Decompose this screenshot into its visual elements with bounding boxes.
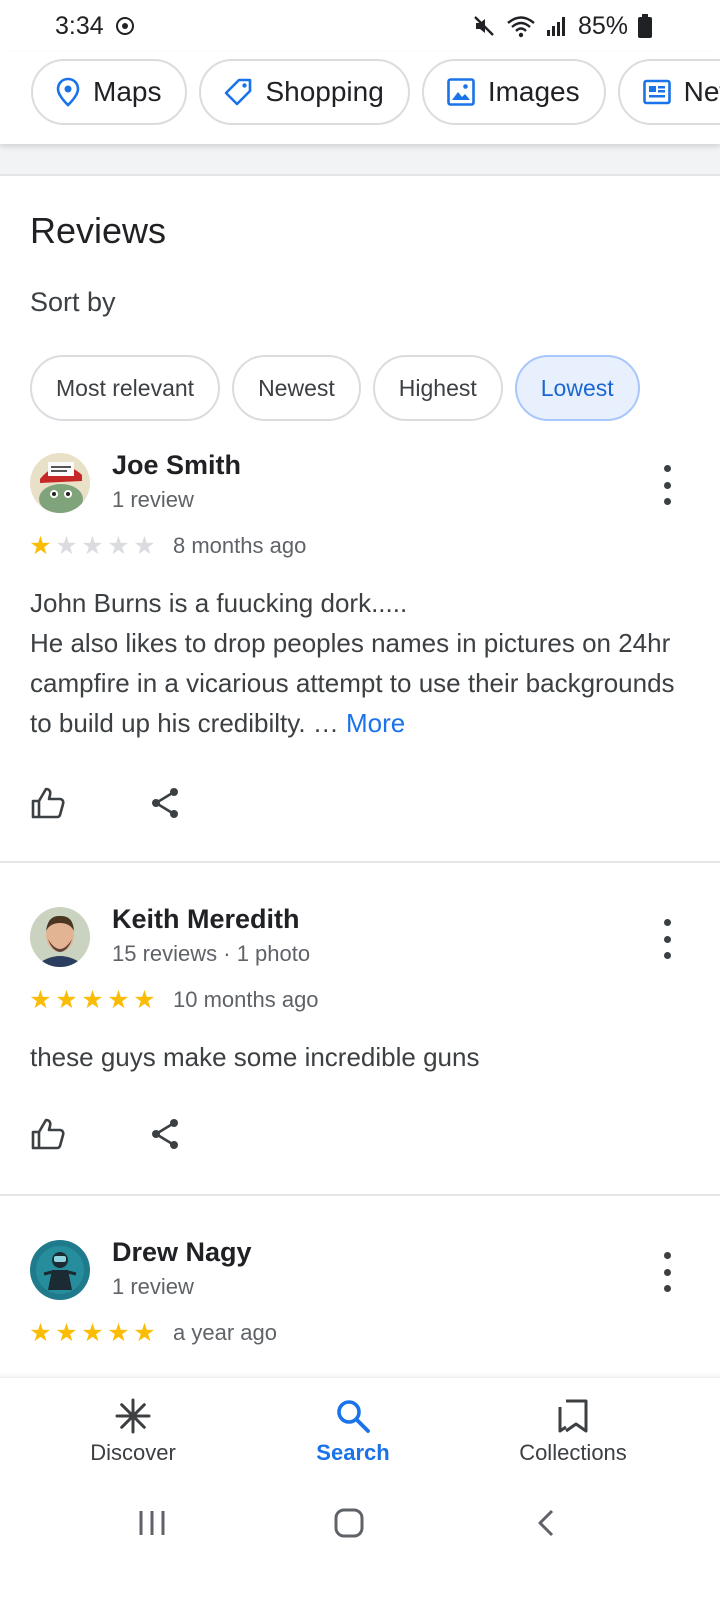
status-right: 85% xyxy=(472,12,652,41)
chip-images[interactable]: Images xyxy=(421,59,606,125)
asterisk-icon xyxy=(114,1396,152,1436)
review-actions xyxy=(30,786,182,820)
search-filter-chip-bar: Maps Shopping Images News xyxy=(0,52,720,144)
sort-newest[interactable]: Newest xyxy=(232,355,361,421)
like-icon[interactable] xyxy=(30,786,66,820)
star-filled-icon: ★ xyxy=(133,985,156,1014)
star-filled-icon: ★ xyxy=(29,1318,52,1347)
sort-most-relevant[interactable]: Most relevant xyxy=(30,355,221,421)
map-pin-icon xyxy=(55,77,81,107)
nav-discover[interactable]: Discover xyxy=(33,1378,233,1490)
sync-icon xyxy=(114,15,136,37)
review-time: a year ago xyxy=(173,1320,277,1345)
status-left: 3:34 xyxy=(55,12,136,41)
search-icon xyxy=(334,1396,372,1436)
chip-label: Shopping xyxy=(265,76,384,107)
nav-search[interactable]: Search xyxy=(253,1378,453,1490)
chip-label: News xyxy=(683,76,720,107)
divider xyxy=(0,1194,720,1196)
star-filled-icon: ★ xyxy=(81,985,104,1014)
reviewer-meta: 15 reviews · 1 photo xyxy=(112,941,311,966)
star-empty-icon: ★ xyxy=(55,531,78,560)
reviewer-meta: 1 review xyxy=(112,1274,194,1299)
star-empty-icon: ★ xyxy=(81,531,104,560)
avatar[interactable] xyxy=(30,453,90,513)
sort-by-label: Sort by xyxy=(30,287,116,317)
nav-collections[interactable]: Collections xyxy=(473,1378,673,1490)
news-icon xyxy=(642,77,672,107)
bookmarks-icon xyxy=(554,1396,592,1436)
more-link[interactable]: More xyxy=(346,708,405,738)
share-icon[interactable] xyxy=(148,786,182,820)
star-filled-icon: ★ xyxy=(107,985,130,1014)
battery-percent: 85% xyxy=(577,11,628,40)
star-filled-icon: ★ xyxy=(133,1318,156,1347)
review-time: 10 months ago xyxy=(173,987,319,1012)
star-filled-icon: ★ xyxy=(81,1318,104,1347)
chip-shopping[interactable]: Shopping xyxy=(199,59,410,125)
star-rating: ★ ★ ★ ★ ★ xyxy=(28,985,157,1014)
signal-icon xyxy=(546,15,568,37)
more-options-icon[interactable] xyxy=(652,1252,682,1292)
mute-icon xyxy=(472,14,496,38)
rating-row: ★ ★ ★ ★ ★ 8 months ago xyxy=(28,533,306,559)
reviews-heading: Reviews xyxy=(30,210,167,251)
review-actions xyxy=(30,1117,182,1151)
avatar[interactable] xyxy=(30,907,90,967)
star-empty-icon: ★ xyxy=(133,531,156,560)
share-icon[interactable] xyxy=(148,1117,182,1151)
back-icon[interactable] xyxy=(532,1507,564,1544)
sort-highest[interactable]: Highest xyxy=(372,355,503,421)
sort-lowest[interactable]: Lowest xyxy=(514,355,640,421)
nav-label: Collections xyxy=(519,1440,627,1465)
wifi-icon xyxy=(506,14,536,38)
star-empty-icon: ★ xyxy=(107,531,130,560)
image-icon xyxy=(446,77,476,107)
reviewer-name[interactable]: Keith Meredith xyxy=(112,904,300,935)
chip-label: Maps xyxy=(93,76,162,107)
star-filled-icon: ★ xyxy=(107,1318,130,1347)
sort-options: Most relevant Newest Highest Lowest xyxy=(30,355,640,421)
review-text-line: these guys make some incredible guns xyxy=(30,1042,480,1072)
rating-row: ★ ★ ★ ★ ★ a year ago xyxy=(28,1320,277,1346)
status-time: 3:34 xyxy=(55,11,104,40)
chip-news[interactable]: News xyxy=(617,59,720,125)
chip-label: Images xyxy=(487,76,580,107)
reviewer-name[interactable]: Drew Nagy xyxy=(112,1237,252,1268)
star-filled-icon: ★ xyxy=(55,1318,78,1347)
recent-apps-icon[interactable] xyxy=(136,1507,168,1544)
chip-maps[interactable]: Maps xyxy=(31,59,188,125)
section-separator xyxy=(0,144,720,176)
more-options-icon[interactable] xyxy=(652,465,682,505)
reviewer-name[interactable]: Joe Smith xyxy=(112,450,241,481)
star-filled-icon: ★ xyxy=(29,531,52,560)
review-text: these guys make some incredible guns xyxy=(30,1037,690,1077)
home-icon[interactable] xyxy=(333,1507,365,1544)
like-icon[interactable] xyxy=(30,1117,66,1151)
star-filled-icon: ★ xyxy=(29,985,52,1014)
nav-label: Search xyxy=(316,1440,390,1465)
star-rating: ★ ★ ★ ★ ★ xyxy=(28,531,157,560)
tag-icon xyxy=(223,77,253,107)
battery-icon xyxy=(638,14,652,38)
avatar[interactable] xyxy=(30,1240,90,1300)
more-options-icon[interactable] xyxy=(652,919,682,959)
system-navigation-bar xyxy=(0,1489,720,1600)
nav-label: Discover xyxy=(90,1440,176,1465)
review-text-line: John Burns is a fuucking dork..... xyxy=(30,588,408,618)
review-text: John Burns is a fuucking dork..... He al… xyxy=(30,583,690,743)
reviewer-meta: 1 review xyxy=(112,487,194,512)
status-bar: 3:34 85% xyxy=(0,0,720,52)
star-rating: ★ ★ ★ ★ ★ xyxy=(28,1318,157,1347)
review-time: 8 months ago xyxy=(173,533,307,558)
divider xyxy=(0,861,720,863)
rating-row: ★ ★ ★ ★ ★ 10 months ago xyxy=(28,985,319,1014)
bottom-navigation: Discover Search Collections xyxy=(0,1377,720,1489)
star-filled-icon: ★ xyxy=(55,985,78,1014)
